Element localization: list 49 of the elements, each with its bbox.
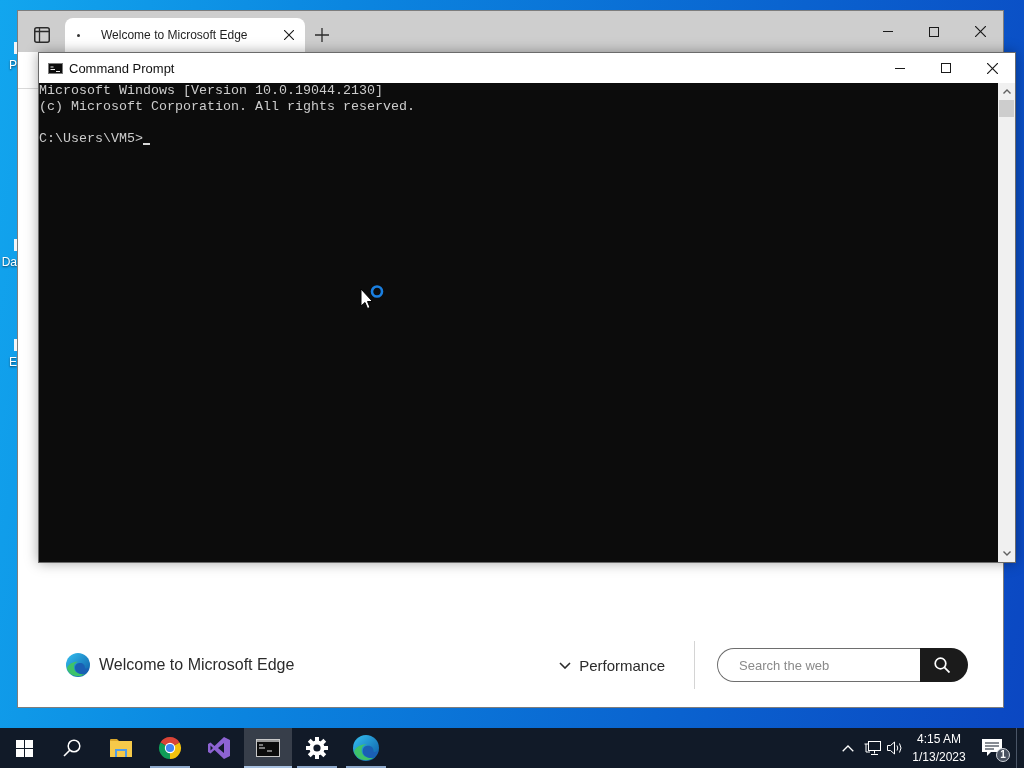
console-line: Microsoft Windows [Version 10.0.19044.2130] bbox=[39, 83, 384, 99]
taskbar-app-button[interactable] bbox=[244, 728, 292, 768]
plus-icon bbox=[315, 28, 329, 42]
tab-actions-icon bbox=[34, 27, 50, 43]
performance-menu-button[interactable]: Performance bbox=[559, 656, 665, 674]
speaker-icon bbox=[887, 741, 903, 755]
network-icon bbox=[863, 740, 881, 756]
close-icon bbox=[974, 26, 986, 37]
search-field[interactable]: Search the web bbox=[717, 648, 920, 682]
search-icon bbox=[934, 657, 950, 673]
browser-tab[interactable]: Welcome to Microsoft Edge bbox=[65, 18, 305, 52]
console-prompt: C:\Users\VM5> bbox=[39, 131, 143, 147]
console-app-icon bbox=[48, 62, 63, 74]
page-brand-title: Welcome to Microsoft Edge bbox=[99, 656, 295, 674]
round-logo-icon bbox=[158, 736, 182, 760]
swirl-logo-icon bbox=[353, 735, 379, 761]
chevron-up-icon bbox=[842, 744, 854, 752]
notifications-button[interactable]: 1 bbox=[968, 728, 1016, 768]
message-icon bbox=[982, 739, 1002, 757]
desktop-icon-label: Da bbox=[1, 255, 17, 269]
chevron-down-icon bbox=[559, 661, 572, 669]
notification-badge: 1 bbox=[996, 748, 1010, 762]
search-icon bbox=[63, 739, 81, 757]
tab-title: Welcome to Microsoft Edge bbox=[101, 28, 249, 42]
ribbon-logo-icon bbox=[207, 736, 231, 760]
close-icon bbox=[986, 62, 998, 74]
minimize-icon bbox=[883, 31, 893, 32]
clock-date: 1/13/2023 bbox=[912, 749, 966, 766]
busy-cursor-icon bbox=[360, 284, 385, 311]
chevron-down-icon bbox=[1002, 551, 1011, 556]
text-cursor-icon bbox=[143, 143, 150, 145]
search-button[interactable] bbox=[920, 648, 968, 682]
clock-time: 4:15 AM bbox=[917, 731, 961, 748]
close-icon bbox=[284, 30, 294, 40]
swirl-logo-icon bbox=[66, 653, 90, 677]
loading-dot-icon bbox=[77, 33, 80, 37]
scrollbar-thumb[interactable] bbox=[999, 100, 1014, 117]
window-title: Command Prompt bbox=[69, 60, 175, 76]
windows-logo-icon bbox=[15, 739, 33, 757]
desktop-icon-label: E bbox=[9, 355, 17, 369]
folder-icon bbox=[110, 739, 132, 757]
minimize-icon bbox=[895, 67, 905, 69]
gear-icon bbox=[306, 737, 328, 759]
terminal-icon bbox=[256, 739, 280, 757]
desktop-icon-label: P bbox=[9, 58, 17, 72]
console-line: (c) Microsoft Corporation. All rights reserved. bbox=[39, 99, 416, 115]
maximize-icon bbox=[929, 26, 939, 37]
chevron-up-icon bbox=[1002, 89, 1011, 94]
maximize-icon bbox=[941, 63, 951, 73]
